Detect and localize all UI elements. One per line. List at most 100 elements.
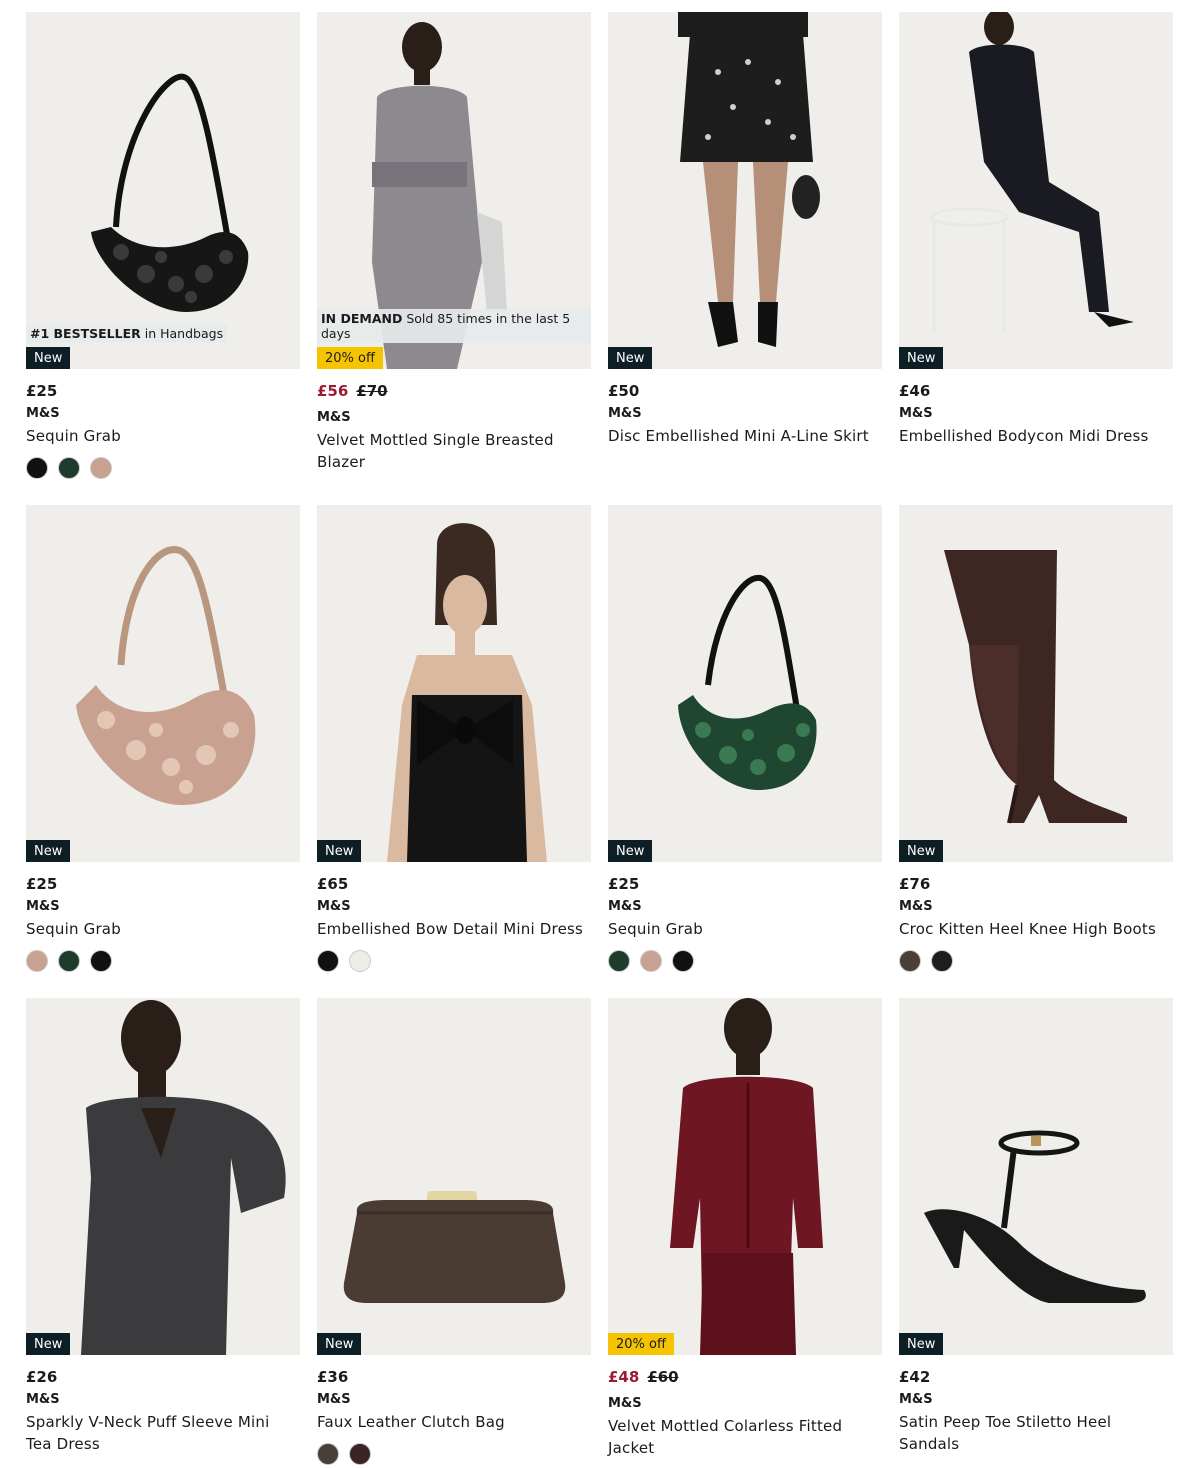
new-badge: New bbox=[899, 840, 944, 862]
swatch[interactable] bbox=[317, 950, 339, 972]
product-card[interactable]: New £42 M&S Satin Peep Toe Stiletto Heel… bbox=[899, 998, 1173, 1468]
product-card[interactable]: New £50 M&S Disc Embellished Mini A-Line… bbox=[608, 12, 882, 505]
swatch[interactable] bbox=[672, 950, 694, 972]
product-card[interactable]: New £36 M&S Faux Leather Clutch Bag bbox=[317, 998, 591, 1468]
product-image[interactable]: New bbox=[26, 505, 300, 862]
product-name[interactable]: Sparkly V-Neck Puff Sleeve Mini Tea Dres… bbox=[26, 1411, 300, 1455]
colour-swatches bbox=[899, 950, 1173, 972]
product-name[interactable]: Croc Kitten Heel Knee High Boots bbox=[899, 918, 1173, 940]
swatch[interactable] bbox=[608, 950, 630, 972]
product-image[interactable]: New bbox=[317, 505, 591, 862]
skirt-model-icon bbox=[678, 12, 820, 347]
bow-dress-model-icon bbox=[387, 523, 547, 862]
product-name[interactable]: Embellished Bodycon Midi Dress bbox=[899, 425, 1173, 447]
discount-badge: 20% off bbox=[317, 347, 383, 369]
product-name[interactable]: Velvet Mottled Single Breasted Blazer bbox=[317, 429, 591, 473]
swatch[interactable] bbox=[931, 950, 953, 972]
product-price: £25 bbox=[26, 382, 58, 400]
colour-swatches bbox=[26, 950, 300, 972]
product-brand: M&S bbox=[899, 1392, 933, 1407]
swatch[interactable] bbox=[90, 457, 112, 479]
product-brand: M&S bbox=[26, 1392, 60, 1407]
swatch[interactable] bbox=[26, 950, 48, 972]
product-name[interactable]: Sequin Grab bbox=[26, 918, 300, 940]
product-image[interactable]: New bbox=[608, 505, 882, 862]
stiletto-sandal-icon bbox=[924, 1130, 1146, 1303]
product-price: £25 bbox=[26, 875, 58, 893]
product-grid: #1 BESTSELLER in Handbags New £25 M&S Se… bbox=[26, 12, 1174, 1468]
product-brand: M&S bbox=[317, 1392, 351, 1407]
product-price: £48 £60 bbox=[608, 1368, 679, 1386]
product-name[interactable]: Satin Peep Toe Stiletto Heel Sandals bbox=[899, 1411, 1173, 1455]
product-card[interactable]: New £25 M&S Sequin Grab bbox=[608, 505, 882, 998]
knee-boot-icon bbox=[944, 550, 1127, 824]
product-image[interactable]: New bbox=[899, 998, 1173, 1355]
new-badge: New bbox=[317, 840, 362, 862]
product-price: £26 bbox=[26, 1368, 58, 1386]
swatch[interactable] bbox=[317, 1443, 339, 1465]
in-demand-insight: IN DEMAND Sold 85 times in the last 5 da… bbox=[317, 309, 591, 343]
product-image[interactable]: New bbox=[899, 505, 1173, 862]
product-card[interactable]: IN DEMAND Sold 85 times in the last 5 da… bbox=[317, 12, 591, 505]
bestseller-insight: #1 BESTSELLER in Handbags bbox=[26, 324, 228, 343]
product-name[interactable]: Velvet Mottled Colarless Fitted Jacket bbox=[608, 1415, 882, 1459]
product-card[interactable]: New £26 M&S Sparkly V-Neck Puff Sleeve M… bbox=[26, 998, 300, 1468]
new-badge: New bbox=[26, 1333, 71, 1355]
product-image[interactable]: IN DEMAND Sold 85 times in the last 5 da… bbox=[317, 12, 591, 369]
product-image[interactable]: New bbox=[317, 998, 591, 1355]
product-name[interactable]: Faux Leather Clutch Bag bbox=[317, 1411, 591, 1433]
product-name[interactable]: Disc Embellished Mini A-Line Skirt bbox=[608, 425, 882, 447]
product-card[interactable]: New £65 M&S Embellished Bow Detail Mini … bbox=[317, 505, 591, 998]
product-price: £65 bbox=[317, 875, 349, 893]
discount-badge: 20% off bbox=[608, 1333, 674, 1355]
product-image[interactable]: 20% off bbox=[608, 998, 882, 1355]
velvet-jacket-model-icon bbox=[670, 998, 823, 1355]
swatch[interactable] bbox=[640, 950, 662, 972]
product-image[interactable]: New bbox=[26, 998, 300, 1355]
colour-swatches bbox=[317, 950, 591, 972]
swatch[interactable] bbox=[58, 457, 80, 479]
product-price: £46 bbox=[899, 382, 931, 400]
new-badge: New bbox=[899, 347, 944, 369]
swatch[interactable] bbox=[349, 950, 371, 972]
product-card[interactable]: New £76 M&S Croc Kitten Heel Knee High B… bbox=[899, 505, 1173, 998]
sequin-handbag-icon bbox=[91, 73, 249, 312]
new-badge: New bbox=[26, 347, 71, 369]
swatch[interactable] bbox=[26, 457, 48, 479]
product-name[interactable]: Sequin Grab bbox=[26, 425, 300, 447]
product-card[interactable]: New £46 M&S Embellished Bodycon Midi Dre… bbox=[899, 12, 1173, 505]
product-image[interactable]: New bbox=[608, 12, 882, 369]
product-card[interactable]: #1 BESTSELLER in Handbags New £25 M&S Se… bbox=[26, 12, 300, 505]
new-badge: New bbox=[608, 347, 653, 369]
new-badge: New bbox=[317, 1333, 362, 1355]
swatch[interactable] bbox=[90, 950, 112, 972]
sequin-handbag-icon bbox=[678, 574, 817, 790]
product-name[interactable]: Sequin Grab bbox=[608, 918, 882, 940]
product-name[interactable]: Embellished Bow Detail Mini Dress bbox=[317, 918, 591, 940]
product-price: £25 bbox=[608, 875, 640, 893]
swatch[interactable] bbox=[899, 950, 921, 972]
product-price: £36 bbox=[317, 1368, 349, 1386]
swatch[interactable] bbox=[349, 1443, 371, 1465]
new-badge: New bbox=[608, 840, 653, 862]
product-brand: M&S bbox=[608, 899, 642, 914]
product-image[interactable]: New bbox=[899, 12, 1173, 369]
product-card[interactable]: New £25 M&S Sequin Grab bbox=[26, 505, 300, 998]
swatch[interactable] bbox=[58, 950, 80, 972]
tea-dress-model-icon bbox=[81, 1000, 286, 1355]
clutch-bag-icon bbox=[343, 1191, 566, 1303]
product-brand: M&S bbox=[317, 899, 351, 914]
product-brand: M&S bbox=[899, 899, 933, 914]
product-brand: M&S bbox=[899, 406, 933, 421]
product-brand: M&S bbox=[608, 1396, 642, 1411]
product-price: £76 bbox=[899, 875, 931, 893]
product-card[interactable]: 20% off £48 £60 M&S Velvet Mottled Colarl… bbox=[608, 998, 882, 1468]
product-brand: M&S bbox=[317, 410, 351, 425]
product-price: £42 bbox=[899, 1368, 931, 1386]
product-image[interactable]: #1 BESTSELLER in Handbags New bbox=[26, 12, 300, 369]
new-badge: New bbox=[26, 840, 71, 862]
colour-swatches bbox=[26, 457, 300, 479]
dress-model-icon bbox=[929, 12, 1134, 332]
product-brand: M&S bbox=[608, 406, 642, 421]
sequin-handbag-icon bbox=[76, 546, 256, 805]
